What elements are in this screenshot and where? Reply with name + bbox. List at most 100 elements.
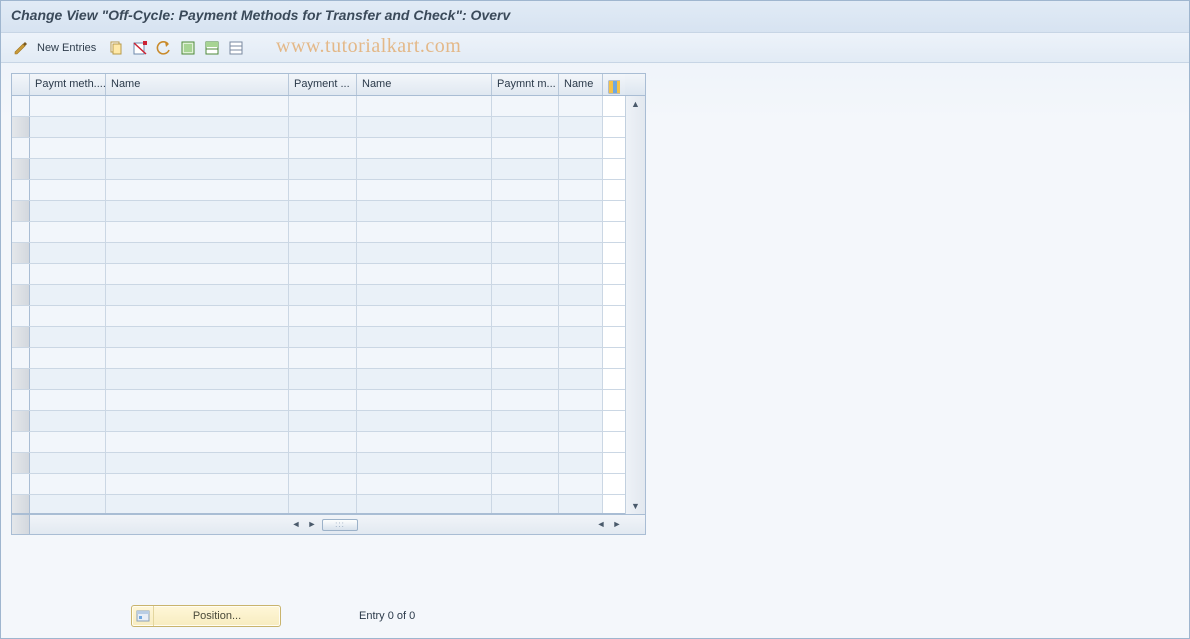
- cell[interactable]: [30, 264, 106, 284]
- horizontal-scrollbar-left[interactable]: ◄ ► :::: [288, 515, 360, 534]
- cell[interactable]: [106, 138, 289, 158]
- cell[interactable]: [289, 327, 357, 347]
- grid-corner[interactable]: [12, 74, 30, 95]
- cell[interactable]: [106, 453, 289, 473]
- cell[interactable]: [30, 285, 106, 305]
- cell[interactable]: [357, 411, 492, 431]
- cell[interactable]: [492, 495, 559, 513]
- cell[interactable]: [289, 306, 357, 326]
- cell[interactable]: [559, 369, 603, 389]
- row-selector[interactable]: [12, 369, 30, 389]
- select-all-icon[interactable]: [178, 38, 198, 58]
- cell[interactable]: [357, 327, 492, 347]
- row-selector[interactable]: [12, 474, 30, 494]
- cell[interactable]: [289, 390, 357, 410]
- row-selector[interactable]: [12, 453, 30, 473]
- cell[interactable]: [559, 243, 603, 263]
- row-selector[interactable]: [12, 285, 30, 305]
- row-selector[interactable]: [12, 306, 30, 326]
- cell[interactable]: [106, 369, 289, 389]
- cell[interactable]: [30, 432, 106, 452]
- cell[interactable]: [106, 474, 289, 494]
- cell[interactable]: [492, 264, 559, 284]
- row-selector[interactable]: [12, 348, 30, 368]
- undo-icon[interactable]: [154, 38, 174, 58]
- cell[interactable]: [106, 411, 289, 431]
- cell[interactable]: [289, 117, 357, 137]
- cell[interactable]: [30, 201, 106, 221]
- cell[interactable]: [492, 138, 559, 158]
- cell[interactable]: [30, 474, 106, 494]
- cell[interactable]: [492, 453, 559, 473]
- cell[interactable]: [357, 432, 492, 452]
- cell[interactable]: [106, 243, 289, 263]
- table-row[interactable]: [12, 348, 625, 369]
- cell[interactable]: [559, 411, 603, 431]
- row-selector[interactable]: [12, 495, 30, 513]
- scroll-thumb[interactable]: :::: [322, 519, 358, 531]
- row-selector[interactable]: [12, 222, 30, 242]
- scroll-right-icon[interactable]: ►: [304, 515, 320, 534]
- copy-icon[interactable]: [106, 38, 126, 58]
- table-row[interactable]: [12, 285, 625, 306]
- scroll-right-end-icon[interactable]: ►: [609, 515, 625, 534]
- cell[interactable]: [492, 117, 559, 137]
- cell[interactable]: [357, 222, 492, 242]
- cell[interactable]: [559, 285, 603, 305]
- delete-icon[interactable]: [130, 38, 150, 58]
- cell[interactable]: [106, 327, 289, 347]
- cell[interactable]: [106, 432, 289, 452]
- cell[interactable]: [492, 369, 559, 389]
- cell[interactable]: [30, 138, 106, 158]
- cell[interactable]: [357, 117, 492, 137]
- cell[interactable]: [106, 348, 289, 368]
- row-selector[interactable]: [12, 264, 30, 284]
- table-row[interactable]: [12, 474, 625, 495]
- cell[interactable]: [289, 411, 357, 431]
- cell[interactable]: [492, 285, 559, 305]
- cell[interactable]: [289, 264, 357, 284]
- cell[interactable]: [559, 180, 603, 200]
- cell[interactable]: [357, 264, 492, 284]
- cell[interactable]: [106, 222, 289, 242]
- cell[interactable]: [357, 285, 492, 305]
- table-row[interactable]: [12, 180, 625, 201]
- deselect-all-icon[interactable]: [226, 38, 246, 58]
- cell[interactable]: [492, 306, 559, 326]
- cell[interactable]: [559, 201, 603, 221]
- cell[interactable]: [492, 474, 559, 494]
- cell[interactable]: [559, 117, 603, 137]
- cell[interactable]: [106, 96, 289, 116]
- cell[interactable]: [559, 453, 603, 473]
- cell[interactable]: [357, 138, 492, 158]
- cell[interactable]: [289, 159, 357, 179]
- cell[interactable]: [492, 390, 559, 410]
- table-row[interactable]: [12, 453, 625, 474]
- cell[interactable]: [289, 348, 357, 368]
- table-row[interactable]: [12, 411, 625, 432]
- table-row[interactable]: [12, 432, 625, 453]
- cell[interactable]: [30, 495, 106, 513]
- cell[interactable]: [492, 327, 559, 347]
- cell[interactable]: [106, 180, 289, 200]
- table-row[interactable]: [12, 201, 625, 222]
- table-row[interactable]: [12, 117, 625, 138]
- row-selector[interactable]: [12, 159, 30, 179]
- cell[interactable]: [492, 159, 559, 179]
- cell[interactable]: [106, 495, 289, 513]
- cell[interactable]: [559, 306, 603, 326]
- row-selector[interactable]: [12, 327, 30, 347]
- scroll-left-end-icon[interactable]: ◄: [593, 515, 609, 534]
- row-selector[interactable]: [12, 390, 30, 410]
- cell[interactable]: [559, 222, 603, 242]
- cell[interactable]: [30, 243, 106, 263]
- cell[interactable]: [492, 432, 559, 452]
- cell[interactable]: [289, 138, 357, 158]
- cell[interactable]: [559, 495, 603, 513]
- row-selector[interactable]: [12, 138, 30, 158]
- cell[interactable]: [30, 390, 106, 410]
- table-row[interactable]: [12, 243, 625, 264]
- col-header-name-1[interactable]: Name: [106, 74, 289, 95]
- cell[interactable]: [559, 159, 603, 179]
- cell[interactable]: [357, 453, 492, 473]
